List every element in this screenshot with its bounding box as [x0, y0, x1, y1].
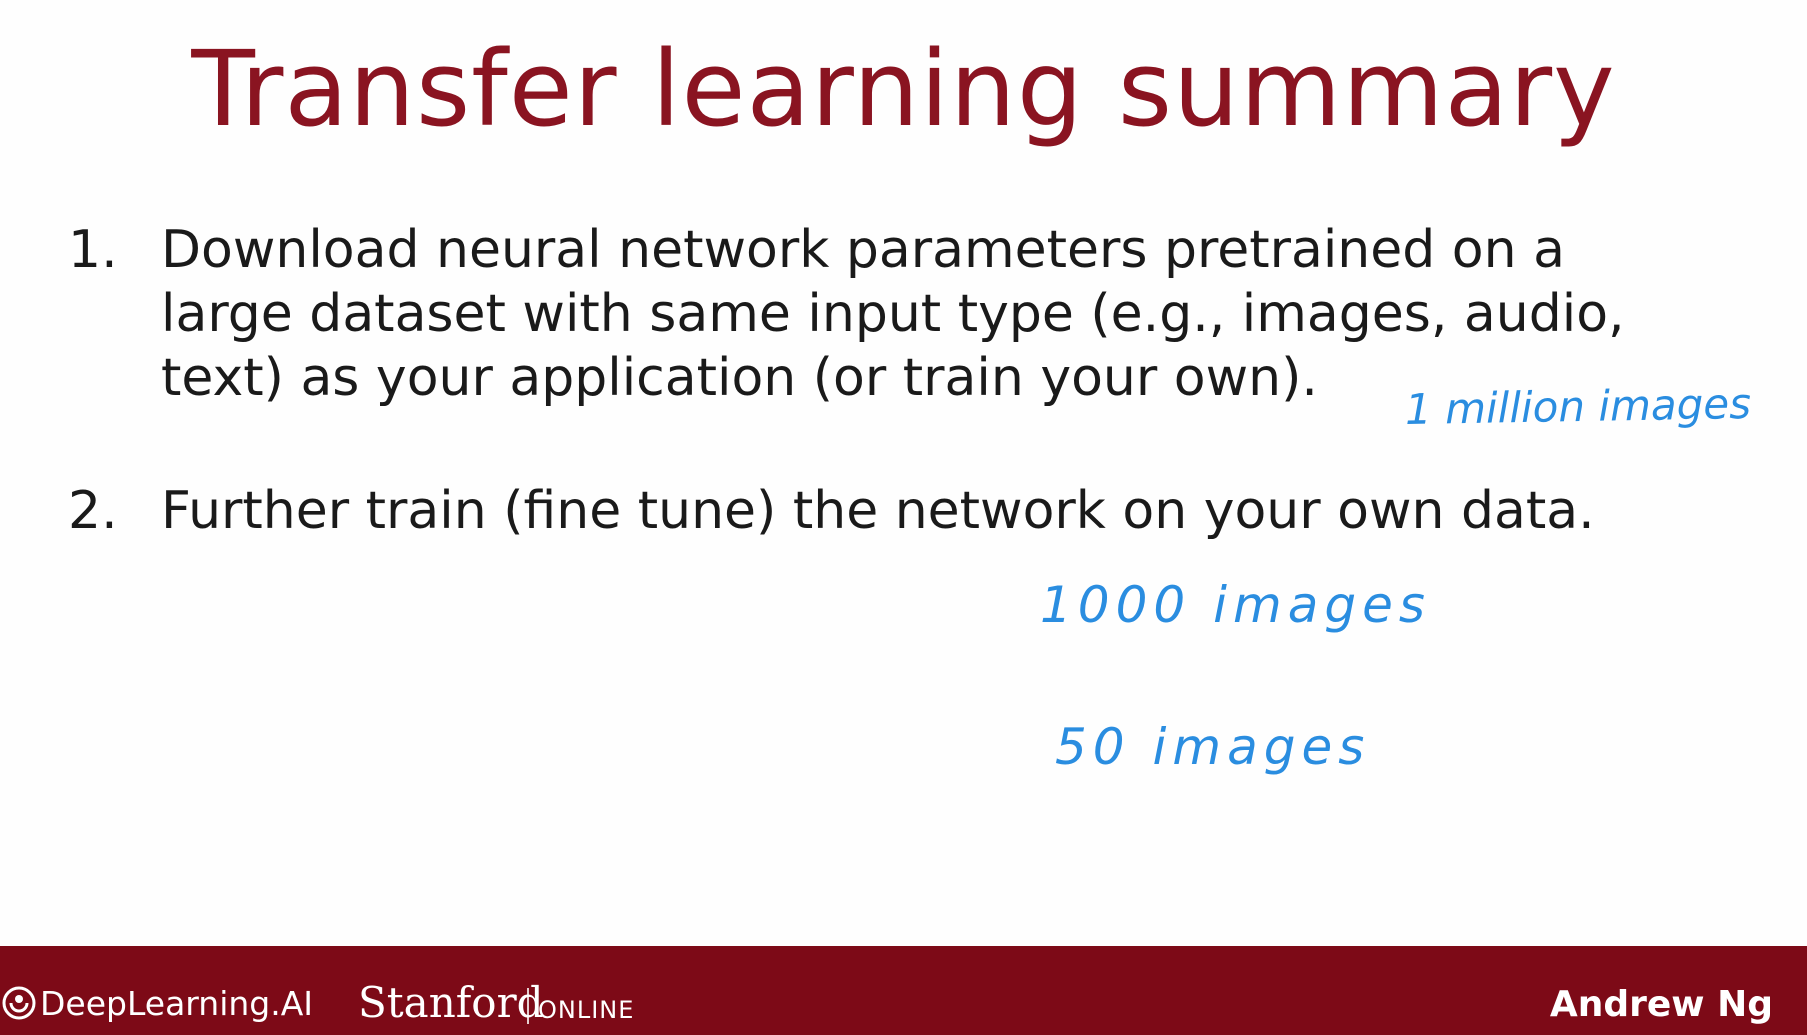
- slide-title: Transfer learning summary: [191, 28, 1616, 150]
- handwritten-note-1000-images: 1000 images: [1040, 576, 1431, 634]
- stanford-label: Stanford: [358, 978, 544, 1027]
- deeplearning-ai-label: DeepLearning.AI: [40, 984, 314, 1023]
- footer-divider: [527, 988, 529, 1024]
- deeplearning-ai-logo-icon: [2, 986, 36, 1020]
- slide: Transfer learning summary 1. Download ne…: [0, 0, 1807, 1035]
- list-item-number: 1.: [68, 220, 118, 280]
- handwritten-note-1-million-images: 1 million images: [1404, 378, 1752, 435]
- handwritten-note-50-images: 50 images: [1055, 718, 1371, 776]
- list-item-number: 2.: [68, 481, 118, 541]
- list-item-2: 2. Further train (fine tune) the network…: [68, 479, 1708, 549]
- author-name: Andrew Ng: [1549, 984, 1773, 1025]
- list-item-text: Download neural network parameters pretr…: [161, 220, 1625, 408]
- footer-bar: DeepLearning.AI Stanford ONLINE Andrew N…: [0, 946, 1807, 1035]
- online-label: ONLINE: [538, 996, 635, 1024]
- list-item-text: Further train (fine tune) the network on…: [161, 481, 1595, 541]
